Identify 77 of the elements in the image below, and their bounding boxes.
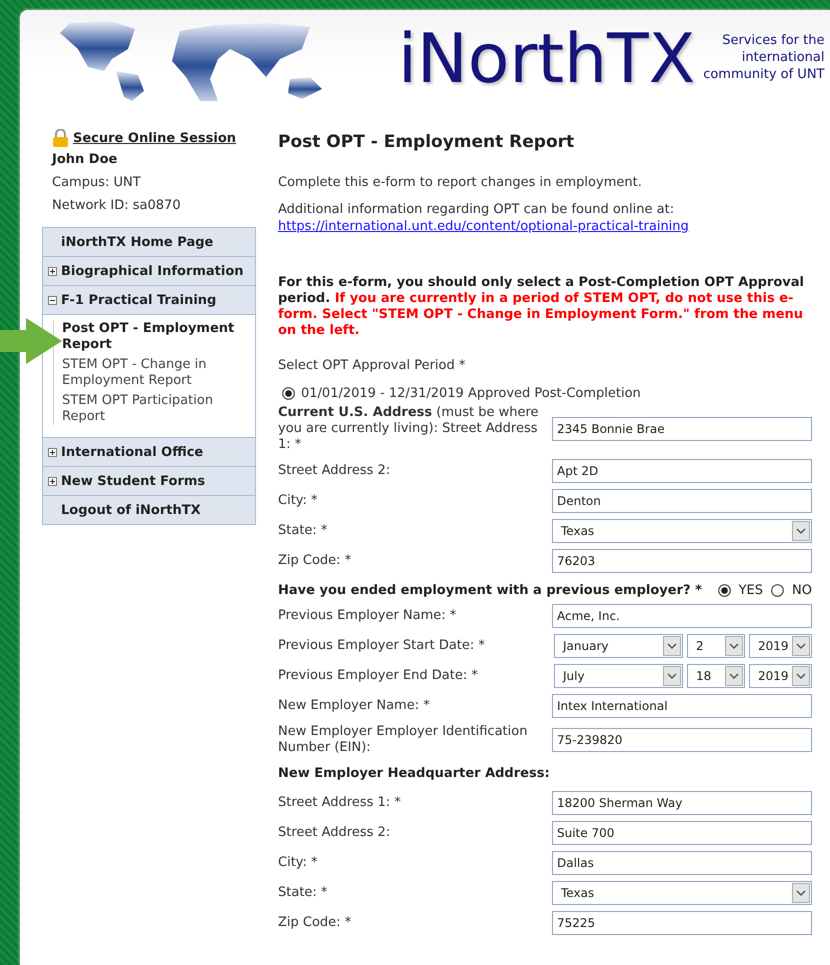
dropdown[interactable]: 2019 — [749, 634, 812, 658]
nav-item[interactable]: F-1 Practical Training — [43, 286, 255, 315]
nav-item[interactable]: iNorthTX Home Page — [43, 228, 255, 257]
session-link[interactable]: Secure Online Session — [73, 130, 236, 146]
field-label: Street Address 2: — [278, 825, 392, 841]
field-label: Current U.S. Address (must be where you are currently living): Street Address 1: * — [278, 405, 540, 453]
caret-icon — [663, 666, 681, 686]
pointer-arrow-icon — [0, 318, 62, 364]
caret-icon — [792, 521, 810, 541]
radio-button[interactable] — [718, 584, 731, 597]
input-field[interactable]: 18200 Sherman Way — [552, 791, 812, 815]
dropdown[interactable]: Texas — [552, 519, 812, 543]
input-field[interactable]: Dallas — [552, 851, 812, 875]
input-field[interactable]: 2345 Bonnie Brae — [552, 417, 812, 441]
nav-item[interactable]: International Office — [43, 438, 255, 467]
field-label: Zip Code: * — [278, 553, 352, 569]
caret-icon — [792, 883, 810, 903]
dropdown[interactable]: 2019 — [749, 664, 812, 688]
field-label: Previous Employer Start Date: * — [278, 638, 486, 654]
page-title: Post OPT - Employment Report — [278, 132, 576, 152]
collapse-icon[interactable] — [48, 296, 57, 304]
dropdown[interactable]: 18 — [687, 664, 745, 688]
field-label: Street Address 1: * — [278, 795, 402, 811]
input-field[interactable]: Suite 700 — [552, 821, 812, 845]
radio-button[interactable] — [282, 387, 295, 400]
nav-item[interactable]: New Student Forms — [43, 467, 255, 496]
dropdown[interactable]: July — [554, 664, 683, 688]
field-label: New Employer Employer Identification Number (EIN): — [278, 724, 528, 756]
field-label: State: * — [278, 885, 328, 901]
notice-text: For this e-form, you should only select a Post-Completion OPT Approval period. If you are currently in a period of STEM OPT, do not use this e-form. Select "STEM OPT - Change in Employment Form." from the menu on the left. — [278, 275, 805, 339]
input-field[interactable]: Denton — [552, 489, 812, 513]
intro-text: Complete this e-form to report changes in employment. — [278, 174, 643, 191]
section-heading: New Employer Headquarter Address: — [278, 765, 551, 783]
field-label: City: * — [278, 855, 319, 871]
field-label: City: * — [278, 493, 319, 509]
info-link[interactable]: https://international.unt.edu/content/optional-practical-training — [278, 219, 689, 234]
nav-item[interactable]: Logout of iNorthTX — [43, 496, 255, 525]
caret-icon — [792, 636, 810, 656]
caret-icon — [725, 636, 743, 656]
radio-label: YES — [738, 583, 764, 598]
radio-label: NO — [792, 583, 812, 598]
caret-icon — [792, 666, 810, 686]
network-id-text: Network ID: sa0870 — [52, 197, 182, 215]
site-tagline: Services for the international community of UNT — [703, 32, 824, 82]
lock-icon — [52, 129, 69, 147]
nav-subitem[interactable]: Post OPT - Employment Report — [62, 321, 251, 353]
expand-icon[interactable] — [48, 476, 57, 486]
period-label: Select OPT Approval Period * — [278, 357, 466, 374]
input-field[interactable]: 75225 — [552, 911, 812, 935]
expand-icon[interactable] — [48, 266, 57, 276]
radio-button[interactable] — [771, 584, 784, 597]
field-label: Zip Code: * — [278, 915, 352, 931]
expand-icon[interactable] — [48, 448, 57, 456]
nav-subitem[interactable]: STEM OPT - Change in Employment Report — [62, 357, 251, 389]
campus-text: Campus: UNT — [52, 174, 142, 192]
field-label: New Employer Name: * — [278, 698, 431, 714]
input-field[interactable]: Acme, Inc. — [552, 604, 812, 628]
field-label: State: * — [278, 523, 328, 539]
info-text: Additional information regarding OPT can be found online at: https://international.unt.edu/content/optional-practical-training — [278, 201, 690, 235]
input-field[interactable]: Apt 2D — [552, 459, 812, 483]
radio-label: 01/01/2019 - 12/31/2019 Approved Post-Completion — [301, 386, 641, 401]
user-name: John Doe — [52, 151, 118, 169]
input-field[interactable]: 75-239820 — [552, 728, 812, 752]
input-field[interactable]: Intex International — [552, 694, 812, 718]
caret-icon — [663, 636, 681, 656]
site-title: iNorthTX — [398, 26, 696, 94]
input-field[interactable]: 76203 — [552, 549, 812, 573]
nav-subitem[interactable]: STEM OPT Participation Report — [62, 393, 251, 425]
dropdown[interactable]: 2 — [687, 634, 745, 658]
field-label: Previous Employer Name: * — [278, 608, 458, 624]
field-label: Street Address 2: — [278, 463, 392, 479]
caret-icon — [725, 666, 743, 686]
field-label: Previous Employer End Date: * — [278, 668, 479, 684]
nav-item[interactable]: Biographical Information — [43, 257, 255, 286]
question-label: Have you ended employment with a previous employer? * — [278, 583, 702, 598]
dropdown[interactable]: Texas — [552, 881, 812, 905]
dropdown[interactable]: January — [554, 634, 683, 658]
